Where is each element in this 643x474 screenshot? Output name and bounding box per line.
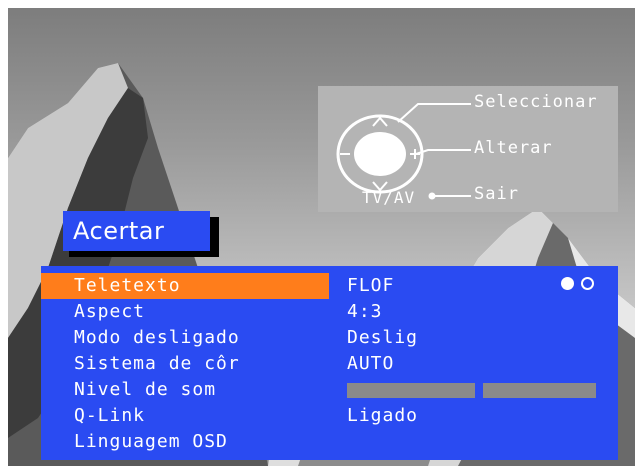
menu-value-aspect: 4:3	[347, 301, 383, 322]
menu-item-label: Nivel de som	[74, 379, 217, 400]
menu-item-label: Aspect	[74, 301, 146, 322]
exit-label: Sair	[474, 184, 519, 204]
menu-item-sistema-de-cor[interactable]: Sistema de côr	[41, 351, 329, 377]
menu-item-label: Linguagem OSD	[74, 431, 228, 452]
tvav-label: TV/AV	[362, 188, 416, 207]
menu-item-q-link[interactable]: Q-Link	[41, 403, 329, 429]
menu-value-modo-desligado: Deslig	[347, 327, 419, 348]
page-indicator-inactive-icon	[581, 277, 594, 290]
menu-item-modo-desligado[interactable]: Modo desligado	[41, 325, 329, 351]
setup-menu-panel: Teletexto FLOF Aspect 4:3 Modo desligado…	[41, 266, 618, 460]
remote-control-guide: Seleccionar Alterar Sair TV/AV	[318, 86, 618, 212]
menu-value-sistema-de-cor: AUTO	[347, 353, 395, 374]
page-indicator-active-icon	[561, 277, 574, 290]
menu-item-label: Teletexto	[74, 275, 181, 296]
volume-level-bar-left[interactable]	[347, 383, 475, 398]
menu-item-linguagem-osd[interactable]: Linguagem OSD	[41, 429, 329, 455]
menu-title: Acertar	[63, 211, 210, 251]
volume-level-bar-right[interactable]	[483, 383, 596, 398]
menu-item-label: Q-Link	[74, 405, 146, 426]
menu-item-teletexto[interactable]: Teletexto	[41, 273, 329, 299]
select-label: Seleccionar	[474, 92, 598, 112]
menu-item-label: Modo desligado	[74, 327, 240, 348]
change-label: Alterar	[474, 138, 553, 158]
menu-item-aspect[interactable]: Aspect	[41, 299, 329, 325]
menu-item-label: Sistema de côr	[74, 353, 240, 374]
menu-value-teletexto: FLOF	[347, 275, 395, 296]
menu-item-nivel-de-som[interactable]: Nivel de som	[41, 377, 329, 403]
menu-value-q-link: Ligado	[347, 405, 419, 426]
